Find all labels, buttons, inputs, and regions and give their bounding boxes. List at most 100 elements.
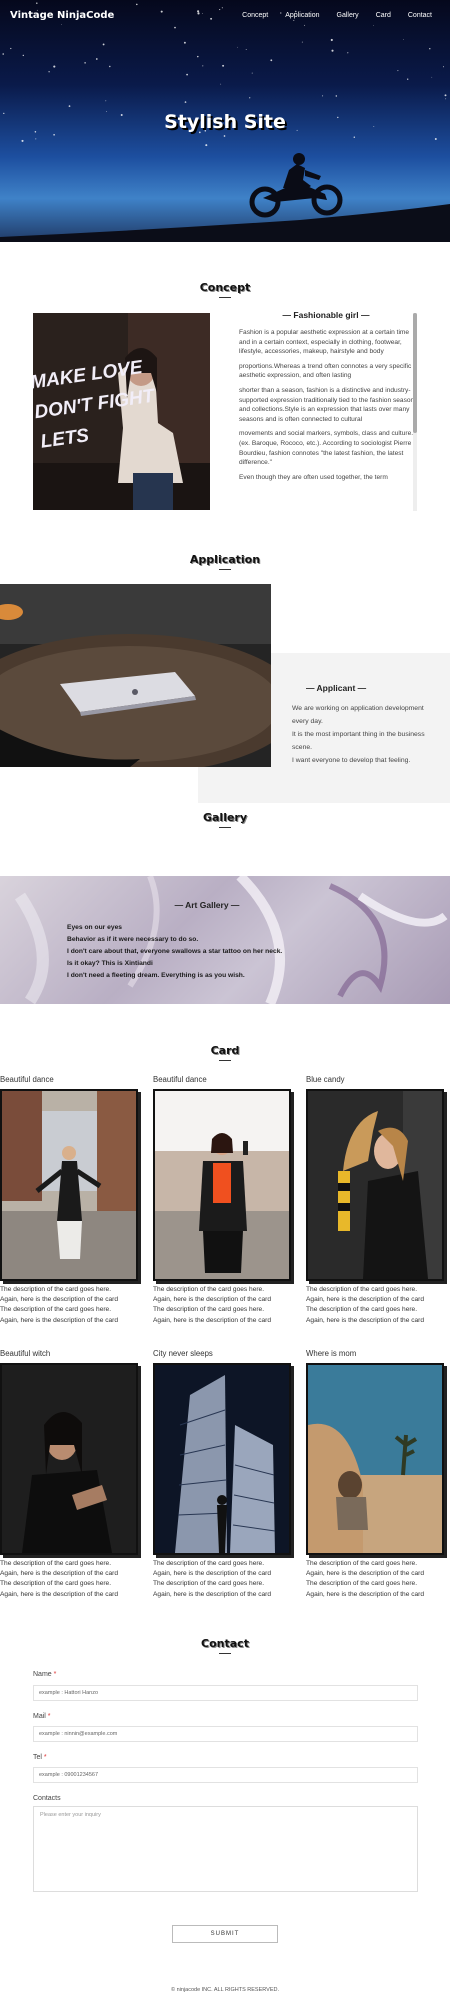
card[interactable]: Blue candy The description of the card g… (306, 1075, 444, 1326)
star (95, 58, 98, 60)
application-subheading: — Applicant — (306, 683, 367, 693)
card-photo[interactable] (306, 1363, 444, 1555)
star (431, 76, 433, 78)
star (2, 53, 4, 55)
star (84, 62, 86, 64)
star (220, 83, 222, 85)
application-line: I want everyone to develop that feeling. (292, 757, 411, 764)
mail-input[interactable]: example : ninnin@example.com (33, 1726, 418, 1742)
name-input[interactable]: example : Hattori Hanzo (33, 1685, 418, 1701)
concept-paragraph: Even though they are often used together… (239, 473, 388, 481)
star (205, 144, 208, 147)
star (183, 41, 186, 44)
card-description: The description of the card goes here. Ag… (0, 1286, 119, 1324)
concept-paragraph: proportions.Whereas a trend often connot… (239, 362, 412, 380)
star (48, 71, 50, 73)
star (270, 59, 273, 62)
star (347, 52, 349, 54)
card-photo[interactable] (153, 1089, 291, 1281)
contacts-label: Contacts (33, 1795, 61, 1802)
card-description: The description of the card goes here. Ag… (153, 1560, 272, 1598)
star (102, 43, 105, 46)
gallery-line: Behavior as if it were necessary to do s… (67, 936, 199, 943)
concept-paragraph: shorter than a season, fashion is a dist… (239, 386, 415, 423)
card-title: Beautiful dance (0, 1075, 54, 1084)
star (443, 66, 444, 68)
star (330, 38, 333, 42)
star (10, 47, 12, 50)
star (322, 95, 324, 97)
card-title: Blue candy (306, 1075, 345, 1084)
nav-link-gallery[interactable]: Gallery (337, 12, 359, 19)
card[interactable]: City never sleeps The description of the… (153, 1349, 291, 1600)
card-photo[interactable] (306, 1089, 444, 1281)
application-line: It is the most important thing in the bu… (292, 731, 425, 751)
card-title: City never sleeps (153, 1349, 213, 1358)
card[interactable]: Where is mom The description of the card… (306, 1349, 444, 1600)
contact-title: Contact (0, 1637, 450, 1654)
star (434, 138, 437, 140)
concept-paragraph: movements and social markers, symbols, c… (239, 430, 414, 467)
star (407, 78, 409, 80)
card-title: Beautiful witch (0, 1349, 51, 1358)
nav-link-concept[interactable]: Concept (242, 12, 268, 19)
concept-scrollbar-thumb[interactable] (413, 313, 417, 433)
star (53, 133, 55, 136)
application-laptop-photo (0, 584, 271, 767)
name-label: Name * (33, 1671, 57, 1678)
card-photo[interactable] (0, 1089, 138, 1281)
gallery-title: Gallery (0, 811, 450, 828)
submit-button[interactable]: SUBMIT (172, 1925, 278, 1943)
application-title: Application (0, 553, 450, 570)
nav-link-application[interactable]: Application (285, 12, 319, 19)
site-logo[interactable]: Vintage NinjaCode (10, 10, 114, 21)
tel-input[interactable]: example : 09001234567 (33, 1767, 418, 1783)
card[interactable]: Beautiful witch The description of the c… (0, 1349, 138, 1600)
concept-scrollbar[interactable] (413, 313, 417, 511)
gallery-line: Eyes on our eyes (67, 924, 123, 931)
application-line: We are working on application developmen… (292, 705, 424, 725)
gallery-subheading: — Art Gallery — (174, 900, 240, 910)
star (237, 46, 238, 48)
star (249, 97, 251, 99)
nav-link-card[interactable]: Card (376, 12, 391, 19)
mail-label: Mail * (33, 1713, 51, 1720)
card-section-title: Card (0, 1044, 450, 1061)
motorcycle-rider-silhouette (249, 153, 343, 218)
hillside-silhouette (0, 204, 450, 242)
star (222, 64, 225, 67)
card-photo[interactable] (153, 1363, 291, 1555)
star (105, 100, 107, 102)
star (444, 94, 447, 97)
concept-photo: MAKE LOVE DON'T FIGHT LETS (33, 313, 210, 510)
star (335, 95, 338, 97)
star (251, 72, 253, 74)
card-description: The description of the card goes here. Ag… (306, 1560, 425, 1598)
card[interactable]: Beautiful dance The description of the c… (0, 1075, 138, 1326)
nav-links: Concept Application Gallery Card Contact (242, 12, 432, 19)
star (53, 65, 56, 68)
nav-link-contact[interactable]: Contact (408, 12, 432, 19)
footer-copyright: © ninjacode INC. ALL RIGHTS RESERVED. (171, 1987, 279, 1993)
star (68, 105, 71, 107)
top-navbar: Vintage NinjaCode Concept Application Ga… (0, 0, 450, 32)
star (197, 55, 199, 58)
star (202, 65, 204, 67)
gallery-line: I don't need a fleeting dream. Everythin… (67, 972, 245, 979)
hero-title: Stylish Site (164, 111, 286, 133)
star (186, 73, 188, 76)
star (22, 54, 24, 57)
card-title: Beautiful dance (153, 1075, 207, 1084)
contacts-textarea[interactable]: Please enter your inquiry (33, 1806, 418, 1892)
concept-subheading: — Fashionable girl — (282, 310, 370, 320)
concept-text-panel[interactable]: — Fashionable girl — Fashion is a popula… (236, 310, 416, 512)
hero-section: Vintage NinjaCode Concept Application Ga… (0, 0, 450, 242)
star (223, 135, 226, 137)
star (429, 48, 431, 50)
tel-label: Tel * (33, 1754, 47, 1761)
star (301, 41, 303, 43)
card-title: Where is mom (306, 1349, 357, 1358)
card[interactable]: Beautiful dance The description of the c… (153, 1075, 291, 1326)
card-photo[interactable] (0, 1363, 138, 1555)
gallery-line: I don't care about that, everyone swallo… (67, 948, 283, 955)
